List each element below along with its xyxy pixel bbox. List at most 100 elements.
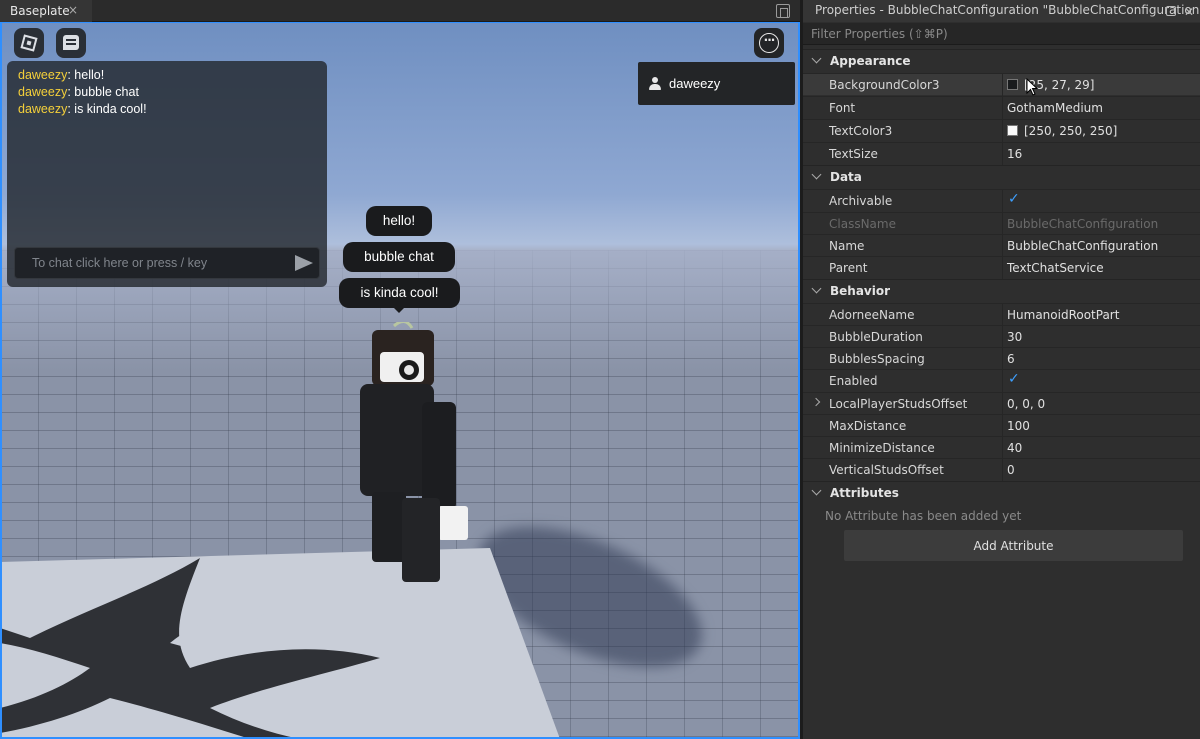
chat-username[interactable]: daweezy [18, 68, 67, 82]
property-row-parent[interactable]: Parent TextChatService [803, 256, 1200, 279]
color-value: [250, 250, 250] [1024, 124, 1118, 138]
column-divider [1002, 257, 1003, 279]
property-row-name[interactable]: Name BubbleChatConfiguration [803, 234, 1200, 257]
property-row-bubbles-spacing[interactable]: BubblesSpacing 6 [803, 347, 1200, 370]
tab-baseplate[interactable]: Baseplate × [0, 0, 92, 22]
property-value[interactable]: BubbleChatConfiguration [1007, 239, 1158, 253]
property-name: Parent [829, 261, 868, 275]
property-row-enabled[interactable]: Enabled ✓ [803, 369, 1200, 392]
property-value[interactable]: [25, 27, 29] [1007, 78, 1094, 92]
property-row-background-color3[interactable]: BackgroundColor3 [25, 27, 29] [803, 73, 1200, 96]
device-emulator-icon[interactable] [776, 4, 790, 18]
property-name: AdorneeName [829, 308, 915, 322]
column-divider [1002, 459, 1003, 481]
property-name: BubbleDuration [829, 330, 923, 344]
section-appearance[interactable]: Appearance [803, 49, 1200, 72]
chevron-down-icon [811, 169, 822, 180]
property-name: MaxDistance [829, 419, 907, 433]
color-swatch[interactable] [1007, 125, 1018, 136]
property-value[interactable]: 0 [1007, 463, 1015, 477]
chevron-down-icon [811, 53, 822, 64]
property-value[interactable]: 30 [1007, 330, 1022, 344]
chat-toggle-button[interactable] [56, 28, 86, 58]
property-name: BackgroundColor3 [829, 78, 940, 92]
column-divider [1002, 235, 1003, 257]
property-value[interactable]: HumanoidRootPart [1007, 308, 1119, 322]
property-value[interactable]: 0, 0, 0 [1007, 397, 1045, 411]
property-value[interactable]: 100 [1007, 419, 1030, 433]
property-row-font[interactable]: Font GothamMedium [803, 96, 1200, 119]
column-divider [1002, 304, 1003, 326]
column-divider [1002, 370, 1003, 392]
property-value[interactable]: 40 [1007, 441, 1022, 455]
game-viewport[interactable]: Baseplate × hello! bubble chat is kinda … [0, 0, 800, 739]
property-value: BubbleChatConfiguration [1007, 217, 1159, 231]
popout-icon[interactable] [1165, 6, 1176, 16]
player-list: daweezy [638, 62, 795, 105]
add-attribute-button[interactable]: Add Attribute [844, 530, 1183, 561]
chat-input[interactable] [15, 248, 285, 278]
section-label: Data [830, 170, 862, 184]
property-row-max-distance[interactable]: MaxDistance 100 [803, 414, 1200, 437]
checkbox-checked[interactable]: ✓ [1008, 371, 1020, 387]
chevron-down-icon [811, 283, 822, 294]
tab-close-icon[interactable]: × [68, 3, 78, 17]
column-divider [1002, 348, 1003, 370]
column-divider [1002, 143, 1003, 165]
property-name: TextSize [829, 147, 878, 161]
section-behavior[interactable]: Behavior [803, 279, 1200, 302]
roblox-menu-button[interactable] [14, 28, 44, 58]
property-name: TextColor3 [829, 124, 893, 138]
player-avatar [360, 322, 468, 582]
color-swatch[interactable] [1007, 79, 1018, 90]
property-row-minimize-distance[interactable]: MinimizeDistance 40 [803, 436, 1200, 459]
document-tab-bar: Baseplate × [0, 0, 800, 22]
property-value[interactable]: 6 [1007, 352, 1015, 366]
send-icon[interactable] [295, 255, 313, 271]
chat-message: daweezy: bubble chat [18, 85, 139, 99]
section-attributes[interactable]: Attributes [803, 481, 1200, 504]
chat-input-bar [14, 247, 320, 279]
property-value[interactable]: [250, 250, 250] [1007, 124, 1117, 138]
chat-text: : bubble chat [67, 85, 139, 99]
property-name: Enabled [829, 374, 878, 388]
property-value[interactable]: GothamMedium [1007, 101, 1103, 115]
checkbox-checked[interactable]: ✓ [1008, 191, 1020, 207]
properties-title-bar: Properties - BubbleChatConfiguration "Bu… [803, 0, 1200, 22]
property-name: VerticalStudsOffset [829, 463, 944, 477]
ellipsis-icon: ··· [759, 33, 779, 53]
property-value[interactable]: TextChatService [1007, 261, 1104, 275]
property-row-vertical-studs-offset[interactable]: VerticalStudsOffset 0 [803, 458, 1200, 481]
chat-username[interactable]: daweezy [18, 85, 67, 99]
player-list-entry[interactable]: daweezy [669, 76, 720, 91]
property-row-bubble-duration[interactable]: BubbleDuration 30 [803, 325, 1200, 348]
property-name: Font [829, 101, 856, 115]
column-divider [1002, 415, 1003, 437]
chevron-right-icon[interactable] [811, 397, 821, 407]
property-row-text-color3[interactable]: TextColor3 [250, 250, 250] [803, 119, 1200, 142]
property-value[interactable]: 16 [1007, 147, 1022, 161]
filter-properties-input[interactable] [803, 23, 1200, 45]
chat-text: : is kinda cool! [67, 102, 147, 116]
column-divider [1002, 326, 1003, 348]
chat-username[interactable]: daweezy [18, 102, 67, 116]
panel-title: Properties - BubbleChatConfiguration "Bu… [815, 3, 1200, 17]
more-options-button[interactable]: ··· [754, 28, 784, 58]
column-divider [1002, 120, 1003, 142]
chevron-down-icon [811, 485, 822, 496]
chat-bubble: is kinda cool! [339, 278, 460, 313]
close-icon[interactable]: ✕ [1184, 6, 1194, 18]
section-label: Attributes [830, 486, 899, 500]
tab-label: Baseplate [10, 4, 70, 18]
property-row-text-size[interactable]: TextSize 16 [803, 142, 1200, 165]
property-name: ClassName [829, 217, 896, 231]
chat-window: daweezy: hello! daweezy: bubble chat daw… [7, 61, 327, 287]
column-divider [1002, 213, 1003, 235]
property-row-archivable[interactable]: Archivable ✓ [803, 189, 1200, 212]
property-name: Name [829, 239, 865, 253]
column-divider [1002, 74, 1003, 96]
section-data[interactable]: Data [803, 165, 1200, 188]
property-row-local-player-studs-offset[interactable]: LocalPlayerStudsOffset 0, 0, 0 [803, 392, 1200, 415]
property-row-adornee-name[interactable]: AdorneeName HumanoidRootPart [803, 303, 1200, 326]
mouse-cursor-icon [1026, 78, 1038, 96]
